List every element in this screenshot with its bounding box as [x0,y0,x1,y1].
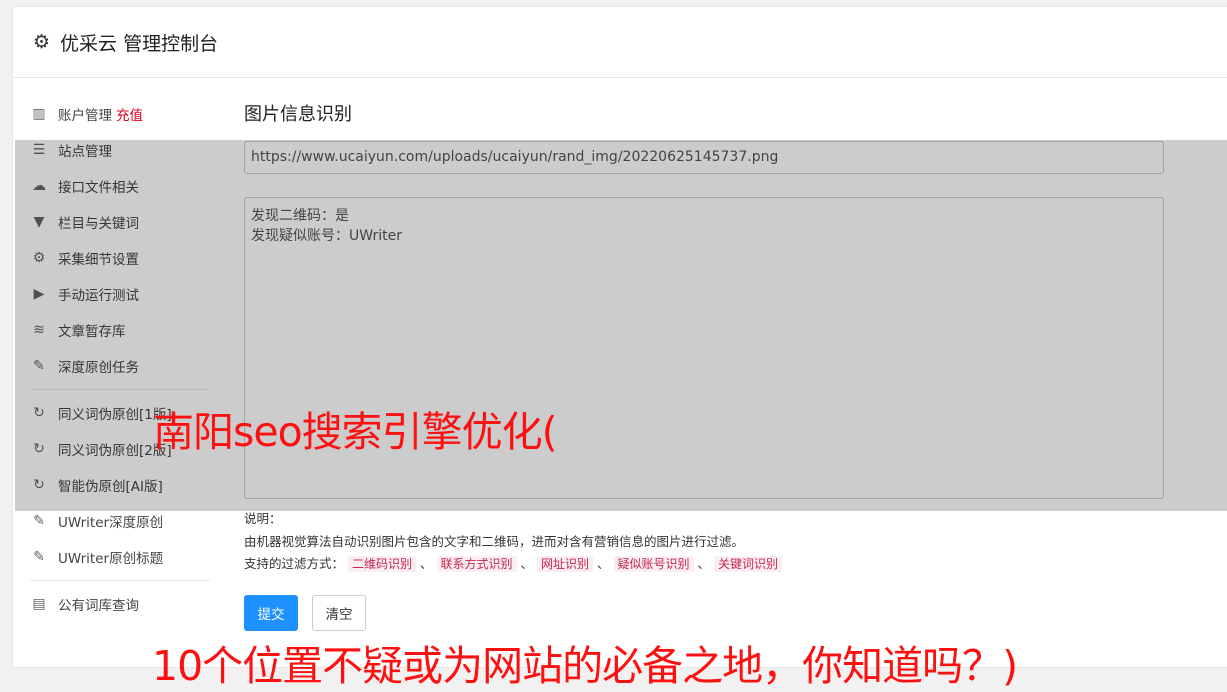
sidebar-item-api-files[interactable]: ☁ 接口文件相关 [18,168,210,204]
cloud-upload-icon: ☁ [32,178,46,194]
main-content: 图片信息识别 https://www.ucaiyun.com/uploads/u… [244,100,1164,631]
filters-label: 支持的过滤方式： [244,556,345,571]
sidebar-item-label: 接口文件相关 [58,180,139,196]
sidebar-item-label: 手动运行测试 [58,288,139,304]
separator: 、 [697,556,711,571]
book-icon: ▤ [32,596,46,612]
sidebar-item-uwriter-deep[interactable]: ✎ UWriter深度原创 [18,503,210,539]
play-circle-icon: ▶ [33,286,45,302]
sidebar-item-article-store[interactable]: ≋ 文章暂存库 [18,312,210,348]
edit-icon: ✎ [33,513,45,529]
sidebar-item-label: UWriter深度原创 [58,515,164,531]
filter-tag: 网址识别 [537,556,594,572]
filter-tag: 疑似账号识别 [613,556,694,572]
sidebar: ▥ 账户管理 充值 ☰ 站点管理 ☁ 接口文件相关 ▼ 栏目与关键词 ⚙ 采集细… [18,96,210,622]
sidebar-item-uwriter-title[interactable]: ✎ UWriter原创标题 [18,539,210,575]
page-title: 优采云 管理控制台 [60,32,219,55]
sidebar-item-label: 采集细节设置 [58,252,139,268]
clear-button[interactable]: 清空 [312,595,366,631]
cogs-icon: ⚙ [32,250,46,266]
notes: 说明： 由机器视觉算法自动识别图片包含的文字和二维码，进而对含有营销信息的图片进… [244,508,783,576]
database-icon: ≋ [33,322,45,338]
notes-description: 由机器视觉算法自动识别图片包含的文字和二维码，进而对含有营销信息的图片进行过滤。 [244,533,745,549]
recharge-link[interactable]: 充值 [116,104,143,124]
server-icon: ☰ [32,142,46,158]
edit-icon: ✎ [33,549,45,565]
sidebar-item-manual-test[interactable]: ▶ 手动运行测试 [18,276,210,312]
refresh-icon: ↻ [33,441,45,457]
watermark-line-2: 10个位置不疑或为网站的必备之地，你知道吗？) [152,642,1018,690]
sidebar-item-label: 深度原创任务 [58,360,139,376]
image-url-input[interactable]: https://www.ucaiyun.com/uploads/ucaiyun/… [244,141,1164,174]
button-row: 提交 清空 [244,595,366,631]
sidebar-item-label: 栏目与关键词 [58,216,139,232]
gear-icon: ⚙ [33,31,51,53]
sidebar-item-columns-keywords[interactable]: ▼ 栏目与关键词 [18,204,210,240]
sidebar-item-label: 文章暂存库 [58,324,126,340]
sidebar-item-account[interactable]: ▥ 账户管理 充值 [18,96,210,132]
refresh-icon: ↻ [33,477,45,493]
bar-chart-icon: ▥ [32,106,46,122]
sidebar-item-collection-settings[interactable]: ⚙ 采集细节设置 [18,240,210,276]
refresh-icon: ↻ [33,405,45,421]
filter-tag: 联系方式识别 [436,556,517,572]
edit-icon: ✎ [33,358,45,374]
filter-tag: 二维码识别 [348,556,417,572]
separator: 、 [520,556,534,571]
sidebar-item-label: 公有词库查询 [58,598,139,614]
watermark-line-1: 南阳seo搜索引擎优化( [153,408,558,456]
separator: 、 [597,556,610,571]
notes-heading: 说明： [244,511,282,526]
sidebar-item-smart-ai[interactable]: ↻ 智能伪原创[AI版] [18,467,210,503]
sidebar-item-label: 账户管理 [58,108,112,124]
sidebar-item-deep-original-task[interactable]: ✎ 深度原创任务 [18,348,210,384]
sidebar-item-label: 站点管理 [58,144,112,160]
header: ⚙ 优采云 管理控制台 [13,7,1227,78]
filter-icon: ▼ [33,214,45,230]
filter-tag: 关键词识别 [714,556,783,572]
filters-line: 支持的过滤方式： 二维码识别 、 联系方式识别 、 网址识别 、 疑似账号识别 … [244,553,783,576]
divider [30,389,210,390]
submit-button[interactable]: 提交 [244,595,298,631]
section-title: 图片信息识别 [244,104,352,125]
sidebar-item-public-lexicon[interactable]: ▤ 公有词库查询 [18,586,210,622]
sidebar-item-sites[interactable]: ☰ 站点管理 [18,132,210,168]
divider [30,580,210,581]
sidebar-item-label: 智能伪原创[AI版] [58,479,163,495]
separator: 、 [420,556,433,571]
sidebar-item-label: UWriter原创标题 [58,551,164,567]
